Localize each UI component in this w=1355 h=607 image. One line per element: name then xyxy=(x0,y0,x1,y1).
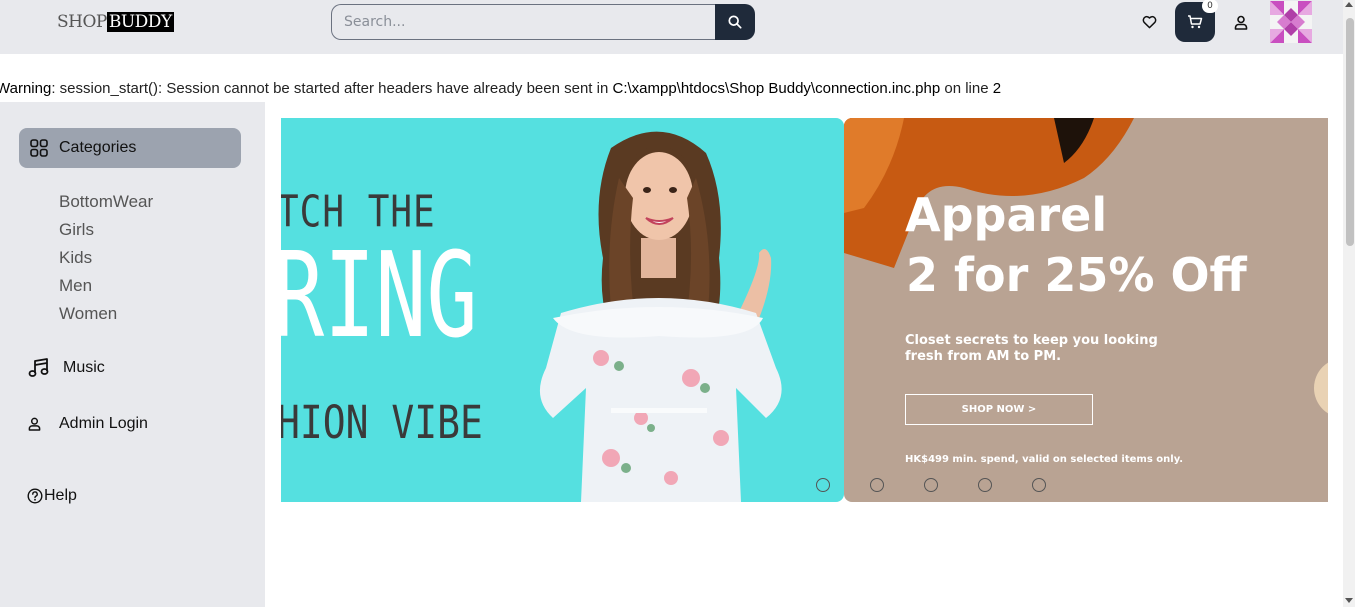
sidebar-item-admin-login[interactable]: Admin Login xyxy=(28,415,148,433)
carousel-dot-2[interactable] xyxy=(870,478,884,492)
logo[interactable]: SHOP BUDDY xyxy=(57,12,174,32)
profile-pattern-icon xyxy=(1270,1,1312,43)
music-note-icon xyxy=(28,358,49,377)
heart-icon xyxy=(1142,15,1156,29)
apparel-offer: 2 for 25% Off xyxy=(906,248,1247,302)
warning-line-number: 2 xyxy=(992,80,1002,97)
search-input[interactable] xyxy=(331,4,715,40)
search-bar xyxy=(331,4,755,40)
carousel-dot-1[interactable] xyxy=(816,478,830,492)
carousel-dot-4[interactable] xyxy=(978,478,992,492)
carousel-dot-3[interactable] xyxy=(924,478,938,492)
category-item-bottomwear[interactable]: BottomWear xyxy=(59,192,153,212)
carousel-slide-apparel[interactable]: Apparel 2 for 25% Off Closet secrets to … xyxy=(844,118,1328,502)
header: SHOP BUDDY 0 xyxy=(0,0,1343,54)
sidebar-item-help[interactable]: Help xyxy=(27,487,77,505)
category-item-women[interactable]: Women xyxy=(59,304,117,324)
orange-fabric-image xyxy=(844,118,1328,414)
scroll-down-arrow-icon[interactable] xyxy=(1345,598,1353,603)
help-label: Help xyxy=(44,487,77,504)
scrollbar-thumb[interactable] xyxy=(1346,18,1354,246)
sidebar-item-music[interactable]: Music xyxy=(28,358,105,378)
slide1-headline-3: HION VIBE xyxy=(281,396,483,449)
search-button[interactable] xyxy=(715,4,755,40)
logo-buddy-text: BUDDY xyxy=(106,12,174,32)
banner-carousel[interactable]: TCH THE RING HION VIBE Apparel 2 for 25%… xyxy=(281,118,1328,502)
apparel-subtitle-2: fresh from AM to PM. xyxy=(905,349,1062,364)
user-icon xyxy=(1234,15,1248,30)
help-circle-icon xyxy=(27,488,43,504)
admin-login-label: Admin Login xyxy=(59,415,148,432)
shop-now-label: SHOP NOW > xyxy=(961,404,1037,415)
music-label: Music xyxy=(63,359,105,376)
cart-count-badge: 0 xyxy=(1202,0,1218,13)
carousel-dot-5[interactable] xyxy=(1032,478,1046,492)
category-item-kids[interactable]: Kids xyxy=(59,248,92,268)
warning-prefix: Warning xyxy=(0,80,52,97)
warning-on-line: on line xyxy=(940,80,993,97)
categories-button[interactable]: Categories xyxy=(19,128,241,168)
category-item-girls[interactable]: Girls xyxy=(59,220,94,240)
warning-message: : session_start(): Session cannot be sta… xyxy=(51,80,613,97)
model-photo xyxy=(539,131,782,502)
slide1-headline-2: RING xyxy=(281,226,478,364)
cart-icon xyxy=(1188,15,1203,29)
php-warning: Warning: session_start(): Session cannot… xyxy=(0,80,1001,102)
apparel-fine-print: HK$499 min. spend, valid on selected ite… xyxy=(905,454,1184,465)
avatar[interactable] xyxy=(1270,1,1312,43)
scroll-up-arrow-icon[interactable] xyxy=(1345,2,1353,7)
logo-shop-text: SHOP xyxy=(57,12,107,32)
search-icon xyxy=(728,15,742,29)
carousel-slide-spring[interactable]: TCH THE RING HION VIBE xyxy=(281,118,844,502)
shop-now-button[interactable]: SHOP NOW > xyxy=(905,394,1093,425)
apparel-title: Apparel xyxy=(905,188,1108,242)
category-item-men[interactable]: Men xyxy=(59,276,92,296)
sidebar: Categories BottomWear Girls Kids Men Wom… xyxy=(0,102,265,607)
categories-label: Categories xyxy=(59,139,137,156)
grid-icon xyxy=(30,139,48,157)
warning-file: C:\xampp\htdocs\Shop Buddy\connection.in… xyxy=(612,80,941,97)
account-button[interactable] xyxy=(1231,12,1251,32)
apparel-subtitle-1: Closet secrets to keep you looking xyxy=(905,333,1158,348)
user-icon xyxy=(28,417,41,431)
wishlist-button[interactable] xyxy=(1139,12,1159,32)
